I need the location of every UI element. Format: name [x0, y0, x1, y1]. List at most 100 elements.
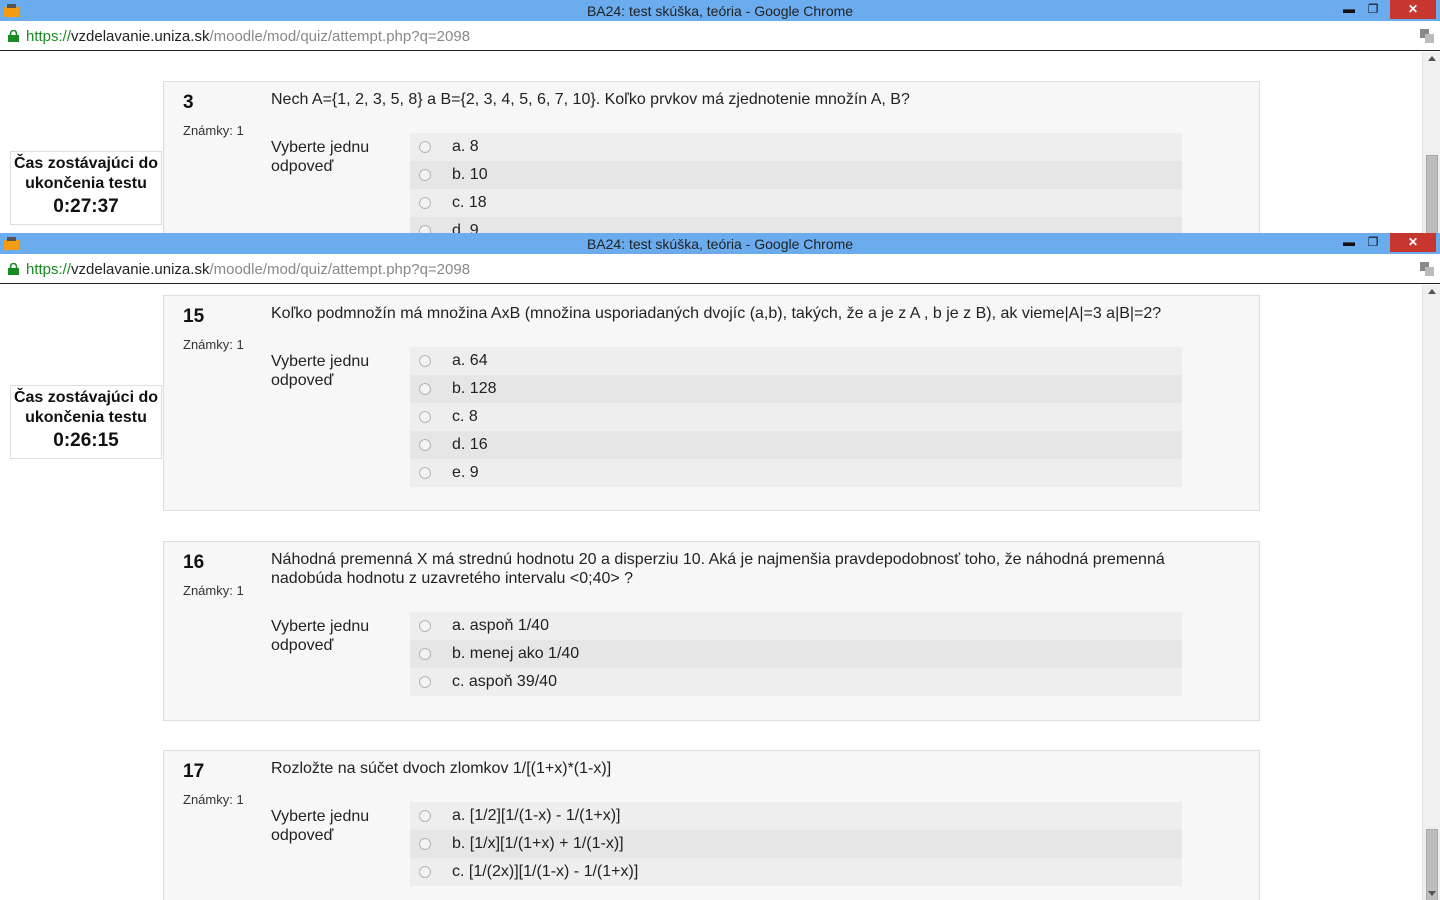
- answer-label: d. 16: [452, 436, 488, 453]
- question-16: 16 Známky: 1 Náhodná premenná X má stred…: [163, 541, 1260, 721]
- page-content: Čas zostávajúci do ukončenia testu 0:27:…: [0, 52, 1422, 233]
- vertical-scrollbar[interactable]: [1422, 285, 1440, 900]
- translate-icon[interactable]: [1420, 29, 1434, 43]
- answer-list: a. [1/2][1/(1-x) - 1/(1+x)] b. [1/x][1/(…: [410, 802, 1182, 886]
- radio-button[interactable]: [419, 355, 431, 367]
- answer-list: a. 8 b. 10 c. 18 d. 9: [410, 133, 1182, 233]
- url-path: /moodle/mod/quiz/attempt.php?q=2098: [209, 261, 471, 278]
- radio-button[interactable]: [419, 648, 431, 660]
- minimize-button[interactable]: ▬: [1338, 0, 1360, 19]
- answer-label: d. 9: [452, 222, 479, 233]
- maximize-button[interactable]: ❐: [1362, 0, 1384, 19]
- answer-prompt: Vyberte jednu odpoveď: [271, 353, 370, 389]
- answer-label: e. 9: [452, 464, 479, 481]
- browser-window-2: BA24: test skúška, teória - Google Chrom…: [0, 233, 1440, 900]
- answer-option[interactable]: d. 16: [410, 431, 1182, 459]
- radio-button[interactable]: [419, 620, 431, 632]
- radio-button[interactable]: [419, 169, 431, 181]
- question-text: Rozložte na súčet dvoch zlomkov 1/[(1+x)…: [271, 760, 612, 777]
- radio-button[interactable]: [419, 225, 431, 233]
- answer-prompt: Vyberte jednu odpoveď: [271, 139, 370, 175]
- question-info: 3 Známky: 1: [183, 92, 263, 138]
- answer-option[interactable]: c. 8: [410, 403, 1182, 431]
- question-info: 15 Známky: 1: [183, 306, 263, 352]
- answer-option[interactable]: c. aspoň 39/40: [410, 668, 1182, 696]
- scroll-down-arrow-icon[interactable]: [1428, 891, 1436, 896]
- answer-option[interactable]: a. [1/2][1/(1-x) - 1/(1+x)]: [410, 802, 1182, 830]
- answer-option[interactable]: c. 18: [410, 189, 1182, 217]
- answer-list: a. aspoň 1/40 b. menej ako 1/40 c. aspoň…: [410, 612, 1182, 696]
- radio-button[interactable]: [419, 866, 431, 878]
- answer-prompt: Vyberte jednu odpoveď: [271, 618, 370, 654]
- window-title: BA24: test skúška, teória - Google Chrom…: [586, 236, 854, 252]
- radio-button[interactable]: [419, 810, 431, 822]
- answer-option[interactable]: d. 9: [410, 217, 1182, 233]
- answer-option[interactable]: a. aspoň 1/40: [410, 612, 1182, 640]
- address-bar[interactable]: https://vzdelavanie.uniza.sk/moodle/mod/…: [0, 21, 1440, 51]
- radio-button[interactable]: [419, 838, 431, 850]
- question-number: 16: [183, 552, 205, 573]
- question-number: 17: [183, 761, 205, 782]
- answer-label: a. 64: [452, 352, 488, 369]
- answer-label: a. aspoň 1/40: [452, 617, 549, 634]
- timer-label: Čas zostávajúci do ukončenia testu: [13, 155, 159, 192]
- quiz-timer: Čas zostávajúci do ukončenia testu 0:26:…: [10, 385, 162, 459]
- title-bar[interactable]: BA24: test skúška, teória - Google Chrom…: [0, 0, 1440, 21]
- vertical-scrollbar[interactable]: [1422, 52, 1440, 233]
- close-button[interactable]: ✕: [1390, 0, 1436, 19]
- radio-button[interactable]: [419, 197, 431, 209]
- timer-value: 0:26:15: [53, 430, 119, 451]
- answer-option[interactable]: e. 9: [410, 459, 1182, 487]
- question-3: 3 Známky: 1 Nech A={1, 2, 3, 5, 8} a B={…: [163, 81, 1260, 233]
- answer-option[interactable]: b. menej ako 1/40: [410, 640, 1182, 668]
- radio-button[interactable]: [419, 467, 431, 479]
- radio-button[interactable]: [419, 676, 431, 688]
- close-button[interactable]: ✕: [1390, 233, 1436, 252]
- answer-option[interactable]: b. 10: [410, 161, 1182, 189]
- answer-label: b. 10: [452, 166, 488, 183]
- title-bar[interactable]: BA24: test skúška, teória - Google Chrom…: [0, 233, 1440, 254]
- answer-prompt: Vyberte jednu odpoveď: [271, 808, 370, 844]
- answer-option[interactable]: a. 8: [410, 133, 1182, 161]
- url-text[interactable]: https://vzdelavanie.uniza.sk/moodle/mod/…: [26, 261, 470, 278]
- lock-icon: [8, 30, 19, 42]
- question-grade: Známky: 1: [183, 792, 244, 807]
- question-text: Nech A={1, 2, 3, 5, 8} a B={2, 3, 4, 5, …: [271, 91, 910, 108]
- url-scheme: https://: [26, 261, 72, 278]
- timer-label: Čas zostávajúci do ukončenia testu: [13, 389, 159, 426]
- answer-label: c. aspoň 39/40: [452, 673, 557, 690]
- radio-button[interactable]: [419, 383, 431, 395]
- question-text: Náhodná premenná X má strednú hodnotu 20…: [271, 551, 1165, 587]
- question-grade: Známky: 1: [183, 337, 244, 352]
- scroll-thumb[interactable]: [1426, 829, 1438, 900]
- answer-label: c. 8: [452, 408, 478, 425]
- radio-button[interactable]: [419, 141, 431, 153]
- answer-option[interactable]: c. [1/(2x)][1/(1-x) - 1/(1+x)]: [410, 858, 1182, 886]
- question-number: 15: [183, 306, 205, 327]
- maximize-button[interactable]: ❐: [1362, 233, 1384, 252]
- answer-label: b. menej ako 1/40: [452, 645, 580, 662]
- scroll-up-arrow-icon[interactable]: [1428, 56, 1436, 61]
- radio-button[interactable]: [419, 411, 431, 423]
- answer-option[interactable]: b. 128: [410, 375, 1182, 403]
- page-content: Čas zostávajúci do ukončenia testu 0:26:…: [0, 285, 1422, 900]
- quiz-timer: Čas zostávajúci do ukončenia testu 0:27:…: [10, 151, 162, 225]
- question-number: 3: [183, 92, 194, 113]
- scroll-thumb[interactable]: [1426, 155, 1438, 233]
- answer-label: a. [1/2][1/(1-x) - 1/(1+x)]: [452, 807, 621, 824]
- address-bar[interactable]: https://vzdelavanie.uniza.sk/moodle/mod/…: [0, 254, 1440, 284]
- answer-label: a. 8: [452, 138, 479, 155]
- url-host: vzdelavanie.uniza.sk: [71, 261, 210, 278]
- question-info: 16 Známky: 1: [183, 552, 263, 598]
- scroll-up-arrow-icon[interactable]: [1428, 289, 1436, 294]
- answer-label: b. 128: [452, 380, 497, 397]
- minimize-button[interactable]: ▬: [1338, 233, 1360, 252]
- url-text[interactable]: https://vzdelavanie.uniza.sk/moodle/mod/…: [26, 28, 470, 45]
- translate-icon[interactable]: [1420, 262, 1434, 276]
- radio-button[interactable]: [419, 439, 431, 451]
- url-scheme: https://: [26, 28, 72, 45]
- answer-option[interactable]: a. 64: [410, 347, 1182, 375]
- url-host: vzdelavanie.uniza.sk: [71, 28, 210, 45]
- answer-option[interactable]: b. [1/x][1/(1+x) + 1/(1-x)]: [410, 830, 1182, 858]
- answer-list: a. 64 b. 128 c. 8 d. 16 e. 9: [410, 347, 1182, 487]
